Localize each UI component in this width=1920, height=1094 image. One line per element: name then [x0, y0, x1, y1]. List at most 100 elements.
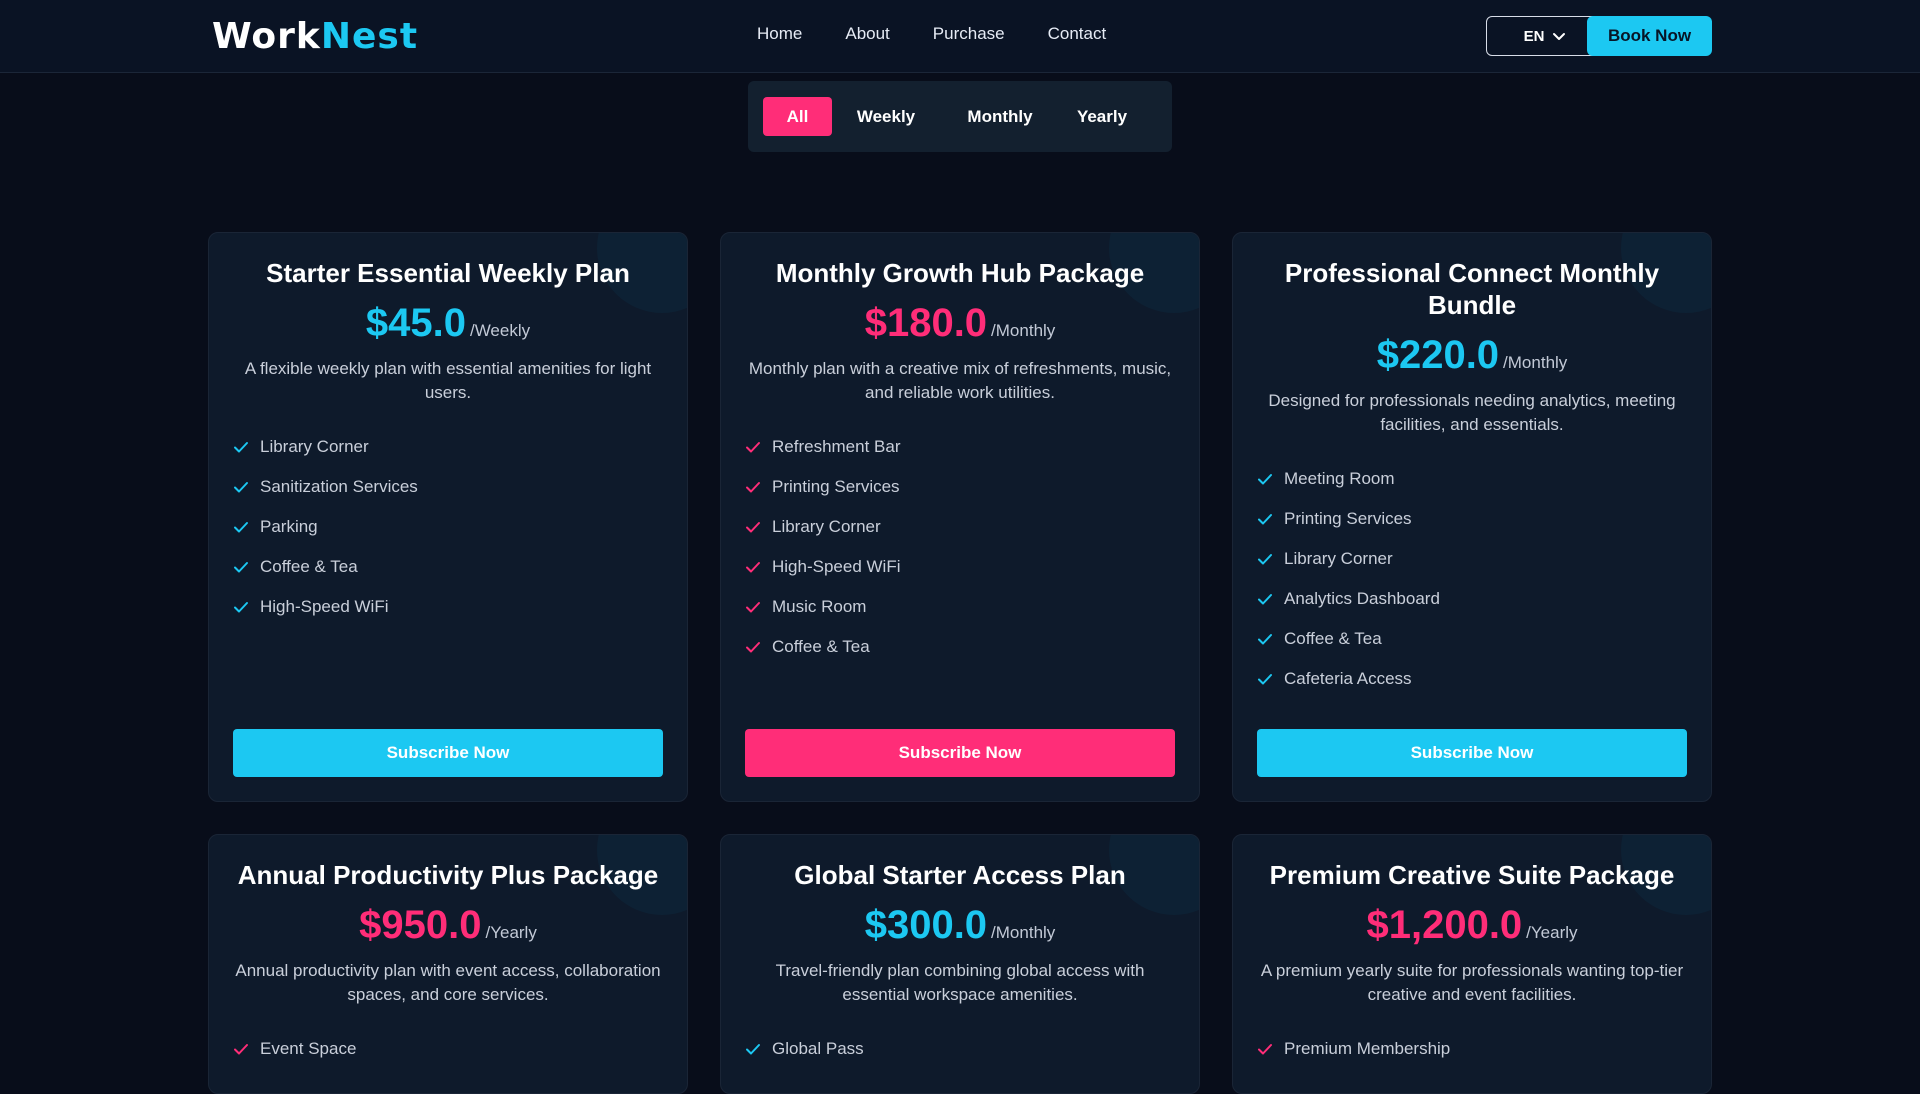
plan-title: Global Starter Access Plan — [794, 860, 1126, 890]
check-icon — [1257, 551, 1284, 567]
feature-label: Cafeteria Access — [1284, 669, 1412, 688]
plan-title: Professional Connect Monthly Bundle — [1284, 258, 1660, 320]
plan-title: Annual Productivity Plus Package — [237, 860, 659, 890]
plan-card: Starter Essential Weekly Plan $45.0/Weekl… — [208, 232, 688, 802]
logo-text-work: Work — [212, 15, 321, 57]
check-icon — [745, 479, 772, 495]
plan-period: /Weekly — [469, 321, 531, 340]
feature-item: Refreshment Bar — [745, 427, 1175, 467]
check-icon — [745, 439, 772, 455]
plan-period: /Monthly — [991, 923, 1056, 942]
feature-item: Cafeteria Access — [1257, 659, 1687, 699]
chevron-down-icon — [1552, 29, 1566, 43]
plan-description: Travel-friendly plan combining global ac… — [775, 961, 1145, 1004]
book-now-button[interactable]: Book Now — [1587, 16, 1712, 56]
tab-yearly[interactable]: Yearly — [1064, 97, 1140, 136]
feature-label: Analytics Dashboard — [1284, 589, 1440, 608]
feature-item: Printing Services — [745, 467, 1175, 507]
plan-features: Meeting Room Printing Services Library Cor… — [1257, 459, 1687, 699]
plan-price: $950.0 — [359, 903, 482, 947]
plan-description: Designed for professionals needing analy… — [1268, 391, 1676, 434]
check-icon — [745, 519, 772, 535]
plan-period: /Monthly — [1503, 353, 1568, 372]
check-icon — [745, 639, 772, 655]
plan-price: $220.0 — [1376, 333, 1500, 377]
plan-price-row: $950.0/Yearly — [233, 901, 663, 949]
top-navbar: Work Nest Home About Purchase Contact EN… — [0, 0, 1920, 73]
check-icon — [233, 559, 260, 575]
plan-price-row: $1,200.0/Yearly — [1257, 901, 1687, 949]
feature-label: Sanitization Services — [260, 477, 418, 496]
feature-label: Meeting Room — [1284, 469, 1395, 488]
check-icon — [1257, 471, 1284, 487]
feature-label: Printing Services — [772, 477, 900, 496]
plan-features: Premium Membership — [1257, 1029, 1687, 1069]
plan-features: Refreshment Bar Printing Services Library … — [745, 427, 1175, 667]
nav-link-about[interactable]: About — [845, 24, 889, 44]
tab-monthly[interactable]: Monthly — [954, 97, 1046, 136]
plan-price: $300.0 — [864, 903, 988, 947]
feature-item: Library Corner — [1257, 539, 1687, 579]
check-icon — [745, 599, 772, 615]
plan-description: A flexible weekly plan with essential am… — [244, 359, 652, 402]
feature-label: Coffee & Tea — [772, 637, 870, 656]
main-nav: Home About Purchase Contact — [757, 24, 1149, 44]
feature-item: Printing Services — [1257, 499, 1687, 539]
feature-label: Parking — [260, 517, 318, 536]
plan-card: Global Starter Access Plan $300.0/Monthly… — [720, 834, 1200, 1094]
plan-card: Premium Creative Suite Package $1,200.0/Y… — [1232, 834, 1712, 1094]
worknest-logo[interactable]: Work Nest — [212, 14, 418, 58]
plan-description: Annual productivity plan with event acce… — [235, 961, 661, 1004]
plan-description: Monthly plan with a creative mix of refr… — [748, 359, 1172, 402]
feature-label: Coffee & Tea — [1284, 629, 1382, 648]
subscribe-button[interactable]: Subscribe Now — [745, 729, 1175, 777]
feature-label: Library Corner — [1284, 549, 1393, 568]
plan-card: Monthly Growth Hub Package $180.0/Monthly… — [720, 232, 1200, 802]
plan-price: $1,200.0 — [1366, 903, 1523, 947]
plan-features: Library Corner Sanitization Services Parki… — [233, 427, 663, 627]
check-icon — [1257, 671, 1284, 687]
feature-label: High-Speed WiFi — [260, 597, 389, 616]
feature-item: Analytics Dashboard — [1257, 579, 1687, 619]
feature-item: Coffee & Tea — [1257, 619, 1687, 659]
nav-link-home[interactable]: Home — [757, 24, 802, 44]
subscribe-button[interactable]: Subscribe Now — [1257, 729, 1687, 777]
feature-item: Event Space — [233, 1029, 663, 1069]
plan-price: $45.0 — [365, 301, 466, 345]
language-label: EN — [1523, 27, 1545, 45]
plan-title: Starter Essential Weekly Plan — [266, 258, 630, 288]
feature-item: Coffee & Tea — [745, 627, 1175, 667]
feature-label: Library Corner — [772, 517, 881, 536]
check-icon — [1257, 631, 1284, 647]
plan-filter-tabs: All Weekly Monthly Yearly — [748, 81, 1172, 152]
feature-item: Coffee & Tea — [233, 547, 663, 587]
check-icon — [1257, 591, 1284, 607]
plan-price: $180.0 — [864, 301, 988, 345]
plan-title: Monthly Growth Hub Package — [775, 258, 1145, 288]
plan-price-row: $220.0/Monthly — [1257, 331, 1687, 379]
nav-link-purchase[interactable]: Purchase — [933, 24, 1005, 44]
feature-label: Library Corner — [260, 437, 369, 456]
plan-card: Professional Connect Monthly Bundle $220.… — [1232, 232, 1712, 802]
plan-title: Premium Creative Suite Package — [1269, 860, 1675, 890]
plan-price-row: $45.0/Weekly — [233, 299, 663, 347]
tab-weekly[interactable]: Weekly — [845, 97, 927, 136]
feature-label: Printing Services — [1284, 509, 1412, 528]
plan-features: Global Pass — [745, 1029, 1175, 1069]
feature-label: Refreshment Bar — [772, 437, 901, 456]
feature-item: Library Corner — [233, 427, 663, 467]
check-icon — [233, 519, 260, 535]
plan-features: Event Space — [233, 1029, 663, 1069]
feature-item: Sanitization Services — [233, 467, 663, 507]
nav-link-contact[interactable]: Contact — [1048, 24, 1107, 44]
check-icon — [745, 1041, 772, 1057]
check-icon — [233, 599, 260, 615]
plan-price-row: $180.0/Monthly — [745, 299, 1175, 347]
feature-item: Premium Membership — [1257, 1029, 1687, 1069]
tab-all[interactable]: All — [763, 97, 832, 136]
subscribe-button[interactable]: Subscribe Now — [233, 729, 663, 777]
plan-description: A premium yearly suite for professionals… — [1260, 961, 1684, 1004]
feature-label: Premium Membership — [1284, 1039, 1451, 1058]
check-icon — [745, 559, 772, 575]
plan-card: Annual Productivity Plus Package $950.0/Y… — [208, 834, 688, 1094]
